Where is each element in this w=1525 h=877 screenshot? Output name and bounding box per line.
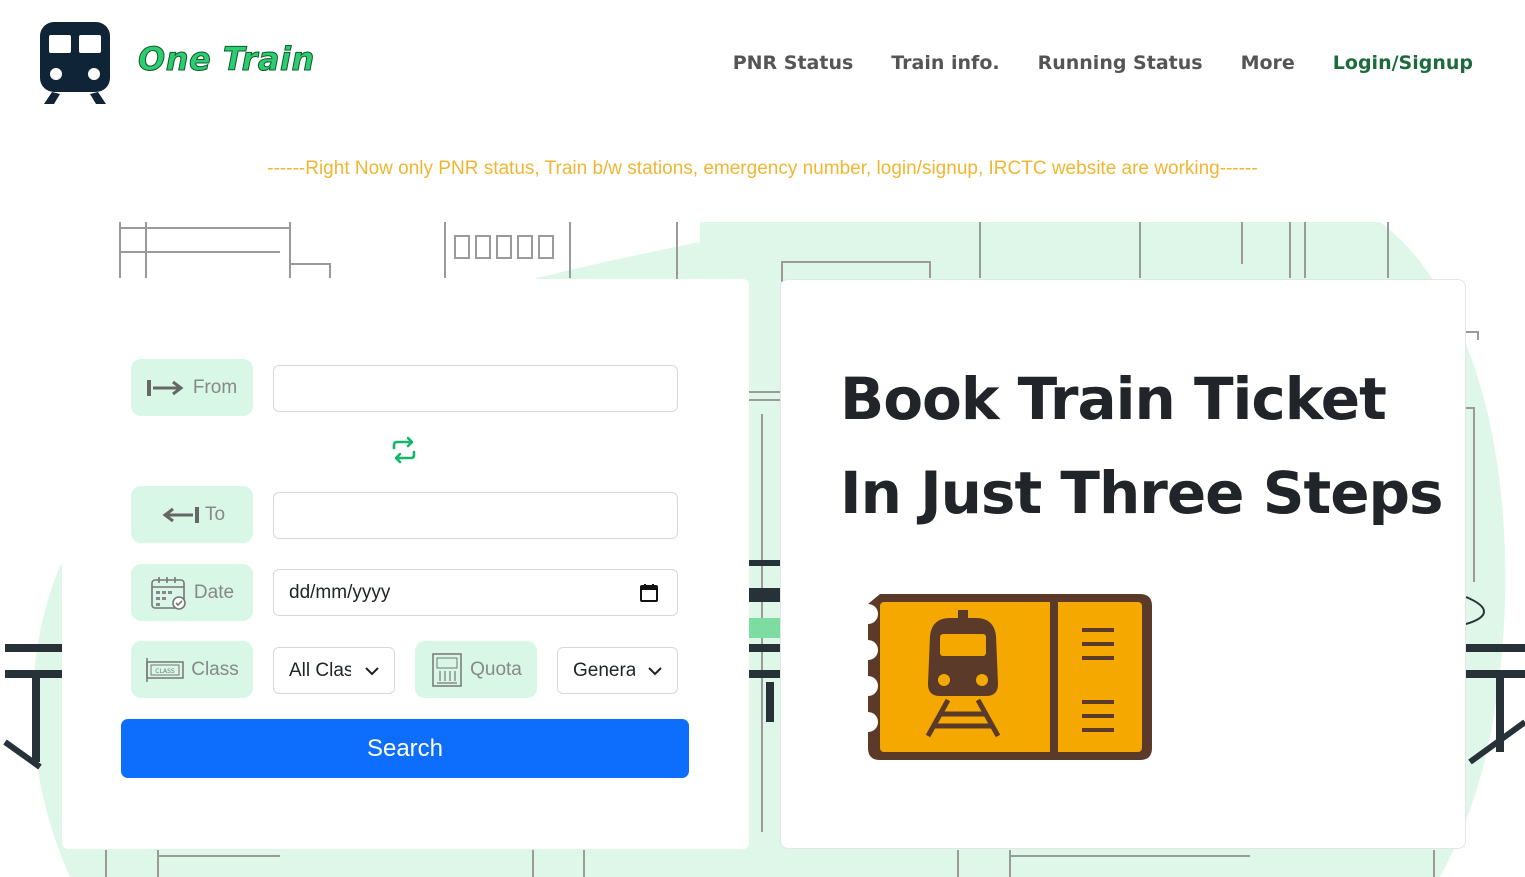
date-label-text: Date [193,581,235,603]
nav-login-signup[interactable]: Login/Signup [1333,52,1473,74]
nav-more[interactable]: More [1241,52,1295,74]
to-input[interactable] [273,492,678,539]
chevron-down-icon [365,667,379,676]
class-label-text: Class [191,658,239,680]
class-ticket-icon: CLASS [146,657,184,682]
site-header: One Train PNR Status Train info. Running… [0,0,1525,125]
quota-label-text: Quota [470,658,522,680]
from-input[interactable] [273,365,678,412]
nav-running-status[interactable]: Running Status [1038,52,1203,74]
nav-pnr-status[interactable]: PNR Status [733,52,854,74]
hero-headline: Book Train Ticket In Just Three Steps [840,352,1444,540]
notice-banner: ------Right Now only PNR status, Train b… [267,158,1258,179]
svg-text:CLASS: CLASS [156,668,176,675]
date-input[interactable]: dd/mm/yyyy [273,569,678,616]
search-button[interactable]: Search [121,719,689,778]
from-label-text: From [192,376,238,398]
hero-line-1: Book Train Ticket [840,365,1387,433]
calendar-check-icon [151,576,186,610]
train-ticket-icon [868,594,1152,760]
hero-line-2: In Just Three Steps [840,459,1444,527]
arrow-left-from-bar-icon [162,506,199,523]
main-nav: PNR Status Train info. Running Status Mo… [733,52,1473,74]
swap-arrows-icon[interactable] [390,436,418,464]
quota-select[interactable]: General [557,647,678,694]
nav-train-info[interactable]: Train info. [891,52,999,74]
brand-name[interactable]: One Train [138,40,315,79]
chevron-down-icon [648,667,662,676]
quota-label: Quota [415,641,537,698]
quota-select-value: General [573,659,635,681]
to-label-text: To [204,503,226,525]
train-front-icon[interactable] [40,22,110,104]
class-select-value: All Classes [289,659,351,681]
to-label: To [131,486,253,543]
arrow-right-to-bar-icon [146,379,184,396]
class-select[interactable]: All Classes [273,647,395,694]
quota-book-icon [432,652,462,687]
calendar-picker-icon[interactable] [639,583,659,603]
from-label: From [131,359,253,416]
date-input-value: dd/mm/yyyy [289,581,391,603]
date-label: Date [131,564,253,621]
class-label: CLASS Class [131,641,253,698]
